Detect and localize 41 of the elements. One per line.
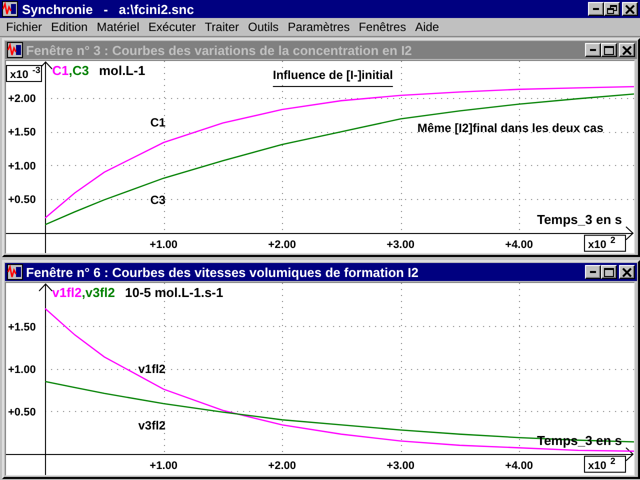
unit-label: mol.L-1 <box>98 63 146 78</box>
tick-label: +0.50 <box>8 406 36 418</box>
tick-label: +1.00 <box>150 460 178 472</box>
curve-label: C3 <box>150 193 166 208</box>
menu-item[interactable]: Matériel <box>92 20 144 34</box>
menu-item[interactable]: Edition <box>47 20 93 34</box>
tick-label: +2.00 <box>268 460 296 472</box>
tick-label: +1.00 <box>8 364 36 376</box>
scale-label: x10 $^{2}$ <box>584 456 626 473</box>
series-legend: v1fl2,v3fl2 <box>52 285 115 300</box>
menu-item[interactable]: Aide <box>411 20 444 34</box>
tick-label: +4.00 <box>505 238 533 251</box>
tick-label: +3.00 <box>386 238 414 251</box>
tick-label: +0.50 <box>8 194 36 206</box>
menu-item[interactable]: Fenêtres <box>354 20 412 34</box>
tick-label: +1.00 <box>8 160 36 172</box>
menu-item[interactable]: Exécuter <box>144 20 201 34</box>
annotation-label: Influence de [I-]initial <box>272 68 393 82</box>
annotation-label: Même [I2]final dans les deux cas <box>417 121 604 136</box>
unit-label: 10-5 mol.L-1.s-1 <box>125 285 224 300</box>
window-title: Fenêtre n° 3 : Courbes des variations de la concentration en I2 <box>26 42 413 58</box>
tick-label: +2.00 <box>268 238 296 251</box>
menu-item[interactable]: Outils <box>244 20 284 34</box>
menu-item[interactable]: Traiter <box>200 20 244 34</box>
tick-label: +1.00 <box>150 238 178 251</box>
tick-label: +4.00 <box>505 460 533 472</box>
series-legend: C1,C3 <box>52 63 89 78</box>
scale-label: x10 $^{2}$ <box>584 234 626 252</box>
menu-item[interactable]: Paramètres <box>284 20 355 34</box>
tick-label: +1.50 <box>8 321 36 334</box>
curve-label: v1fl2 <box>138 362 166 376</box>
curve-label: C1 <box>150 116 166 130</box>
scale-label: x10 $^{-3}$ <box>6 65 42 82</box>
tick-label: +2.00 <box>8 93 36 106</box>
axis-label: Temps_3 en s <box>536 212 622 227</box>
curve-label: v3fl2 <box>138 418 166 433</box>
window-title: Fenêtre n° 6 : Courbes des vitesses volumiques de formation I2 <box>26 264 420 280</box>
tick-label: +1.50 <box>8 126 36 139</box>
tick-label: +3.00 <box>386 460 414 472</box>
menu-item[interactable]: Fichier <box>2 20 48 34</box>
window-title: Synchronie - a:\fcini2.snc <box>22 2 195 16</box>
